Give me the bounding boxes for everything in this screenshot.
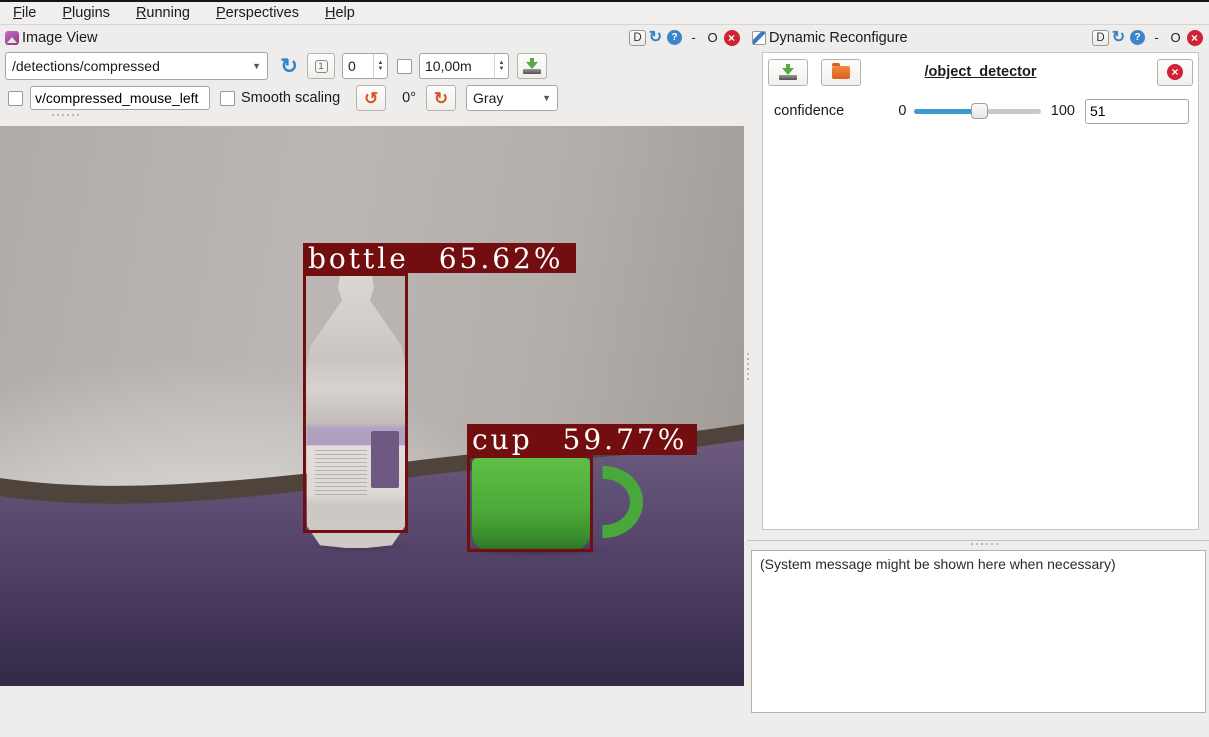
image-view-toolbar-row2: Smooth scaling ↺ 0° ↻ Gray ▼ [8, 85, 558, 111]
menu-help[interactable]: Help [325, 5, 355, 21]
restore-button[interactable]: O [703, 29, 722, 47]
open-folder-icon [832, 66, 850, 79]
publish-click-checkbox[interactable] [8, 91, 23, 106]
image-view-plugin-icon [5, 31, 19, 45]
max-range-spinbox[interactable]: 10,00m ▲▼ [419, 53, 509, 79]
rotate-left-button[interactable]: ↺ [356, 85, 386, 111]
refresh-icon: ↻ [280, 56, 298, 77]
topic-combobox-value: /detections/compressed [12, 58, 160, 74]
detection-label-cup: cup 59.77% [467, 424, 697, 455]
color-scheme-value: Gray [473, 90, 503, 106]
rotate-right-icon: ↻ [434, 90, 448, 107]
image-view-title: Image View [22, 30, 98, 46]
menu-bar: File Plugins Running Perspectives Help [0, 0, 1209, 25]
image-view-toolbar-row1: /detections/compressed ▼ ↻ 1 0 ▲▼ 10,00m… [5, 52, 547, 80]
dynamic-reconfigure-plugin-icon [752, 31, 766, 45]
camera-image: bottle 65.62% cup 59.77% [0, 126, 744, 686]
close-icon: × [724, 30, 740, 46]
gridlines-value: 0 [343, 54, 373, 78]
dynamic-reconfigure-title: Dynamic Reconfigure [769, 30, 908, 46]
close-icon: × [1187, 30, 1203, 46]
save-config-button[interactable] [768, 59, 808, 86]
node-toolbar: /object_detector × [768, 58, 1193, 86]
chevron-down-icon: ▼ [542, 93, 551, 103]
system-message-area[interactable]: (System message might be shown here when… [751, 550, 1206, 713]
parameter-name: confidence [774, 103, 898, 119]
spin-down-icon[interactable]: ▼ [378, 66, 384, 72]
save-image-button[interactable] [517, 53, 547, 79]
rotation-value: 0° [402, 90, 416, 106]
menu-perspectives[interactable]: Perspectives [216, 5, 299, 21]
spinbox-arrows[interactable]: ▲▼ [494, 54, 508, 78]
rotate-left-icon: ↺ [364, 90, 378, 107]
detection-label-bottle: bottle 65.62% [303, 243, 576, 273]
help-circle: ? [667, 30, 682, 45]
confidence-slider-thumb[interactable] [971, 103, 988, 119]
zoom-1-icon: 1 [315, 60, 328, 73]
save-image-icon [523, 58, 541, 74]
gridlines-spinbox[interactable]: 0 ▲▼ [342, 53, 388, 79]
save-config-icon [779, 64, 797, 80]
confidence-value-field[interactable] [1085, 99, 1189, 124]
detection-box-bottle [303, 273, 408, 533]
help-icon[interactable]: ? [1128, 29, 1147, 47]
smooth-scaling-checkbox[interactable] [220, 91, 235, 106]
dynamic-reconfigure-titlebar[interactable]: Dynamic Reconfigure D ↻ ? - O × [747, 25, 1209, 50]
reload-glyph: ↻ [649, 30, 662, 46]
help-circle: ? [1130, 30, 1145, 45]
parameter-row: confidence 0 100 [774, 97, 1189, 125]
menu-file[interactable]: File [13, 5, 36, 21]
parameter-min: 0 [898, 103, 906, 119]
vertical-splitter-handle[interactable] [747, 353, 749, 380]
parameter-max: 100 [1051, 103, 1075, 119]
dynamic-range-checkbox[interactable] [397, 59, 412, 74]
menu-plugins[interactable]: Plugins [62, 5, 110, 21]
close-plugin-button[interactable]: × [722, 29, 741, 47]
dock-button[interactable]: D [629, 30, 646, 46]
close-node-button[interactable]: × [1157, 59, 1193, 86]
menu-running[interactable]: Running [136, 5, 190, 21]
topic-combobox[interactable]: /detections/compressed ▼ [5, 52, 268, 80]
dynamic-reconfigure-panel: /object_detector × confidence 0 100 [762, 52, 1199, 530]
image-view-titlebar[interactable]: Image View D ↻ ? - O × [0, 25, 746, 50]
refresh-topics-button[interactable]: ↻ [274, 52, 304, 80]
help-icon[interactable]: ? [665, 29, 684, 47]
rotate-right-button[interactable]: ↻ [426, 85, 456, 111]
max-range-value: 10,00m [420, 54, 494, 78]
dynamic-reconfigure-dock: Dynamic Reconfigure D ↻ ? - O × /object_… [747, 25, 1209, 541]
detection-box-cup [467, 455, 593, 552]
confidence-slider-fill [914, 109, 978, 114]
minimize-button[interactable]: - [1147, 29, 1166, 47]
chevron-down-icon: ▼ [252, 61, 261, 71]
confidence-slider[interactable] [914, 103, 1040, 119]
reload-plugin-icon[interactable]: ↻ [1109, 29, 1128, 47]
smooth-scaling-label[interactable]: Smooth scaling [241, 90, 340, 106]
load-config-button[interactable] [821, 59, 861, 86]
reload-glyph: ↻ [1112, 30, 1125, 46]
mouse-topic-field[interactable] [30, 86, 210, 110]
spin-down-icon[interactable]: ▼ [499, 66, 505, 72]
zoom-1-button[interactable]: 1 [307, 53, 335, 79]
horizontal-splitter-handle[interactable] [971, 543, 998, 545]
close-plugin-button[interactable]: × [1185, 29, 1204, 47]
close-node-icon: × [1167, 64, 1183, 80]
restore-button[interactable]: O [1166, 29, 1185, 47]
color-scheme-combobox[interactable]: Gray ▼ [466, 85, 558, 111]
spinbox-arrows[interactable]: ▲▼ [373, 54, 387, 78]
reload-plugin-icon[interactable]: ↻ [646, 29, 665, 47]
dock-button[interactable]: D [1092, 30, 1109, 46]
toolbar-splitter-handle[interactable] [52, 114, 79, 116]
minimize-button[interactable]: - [684, 29, 703, 47]
image-view-dock: Image View D ↻ ? - O × /detections/compr… [0, 25, 746, 737]
